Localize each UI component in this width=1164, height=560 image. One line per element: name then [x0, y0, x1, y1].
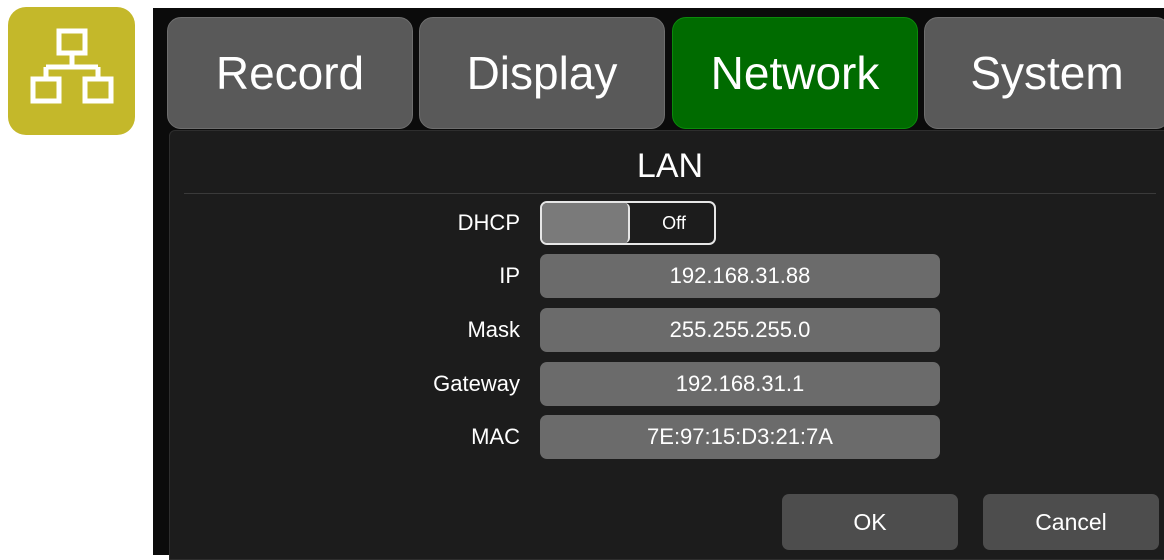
tab-system[interactable]: System — [924, 17, 1164, 129]
gateway-field[interactable]: 192.168.31.1 — [540, 362, 940, 406]
mask-label: Mask — [467, 317, 520, 342]
tab-network[interactable]: Network — [672, 17, 918, 129]
panel-title: LAN — [636, 147, 704, 185]
lan-settings-panel: LAN DHCP Off IP 192.168.31.88 Mask 255.2… — [169, 130, 1164, 560]
settings-screen: Record Display Network System LAN DHCP O… — [153, 8, 1164, 560]
mac-field[interactable]: 7E:97:15:D3:21:7A — [540, 415, 940, 459]
mask-field[interactable]: 255.255.255.0 — [540, 308, 940, 352]
tab-record[interactable]: Record — [167, 17, 413, 129]
gateway-label: Gateway — [433, 371, 520, 396]
cancel-button[interactable]: Cancel — [983, 494, 1159, 550]
dhcp-toggle[interactable]: Off — [540, 201, 716, 245]
tab-display[interactable]: Display — [419, 17, 665, 129]
title-divider — [184, 193, 1156, 194]
mac-label: MAC — [471, 424, 520, 449]
toggle-knob — [542, 203, 630, 243]
ok-button[interactable]: OK — [782, 494, 958, 550]
dhcp-label: DHCP — [457, 210, 520, 235]
ip-field[interactable]: 192.168.31.88 — [540, 254, 940, 298]
network-icon — [30, 28, 114, 104]
network-icon-tile — [8, 7, 135, 135]
dhcp-state: Off — [662, 213, 686, 233]
tab-bar: Record Display Network System — [167, 17, 1164, 132]
ip-label: IP — [499, 263, 520, 288]
